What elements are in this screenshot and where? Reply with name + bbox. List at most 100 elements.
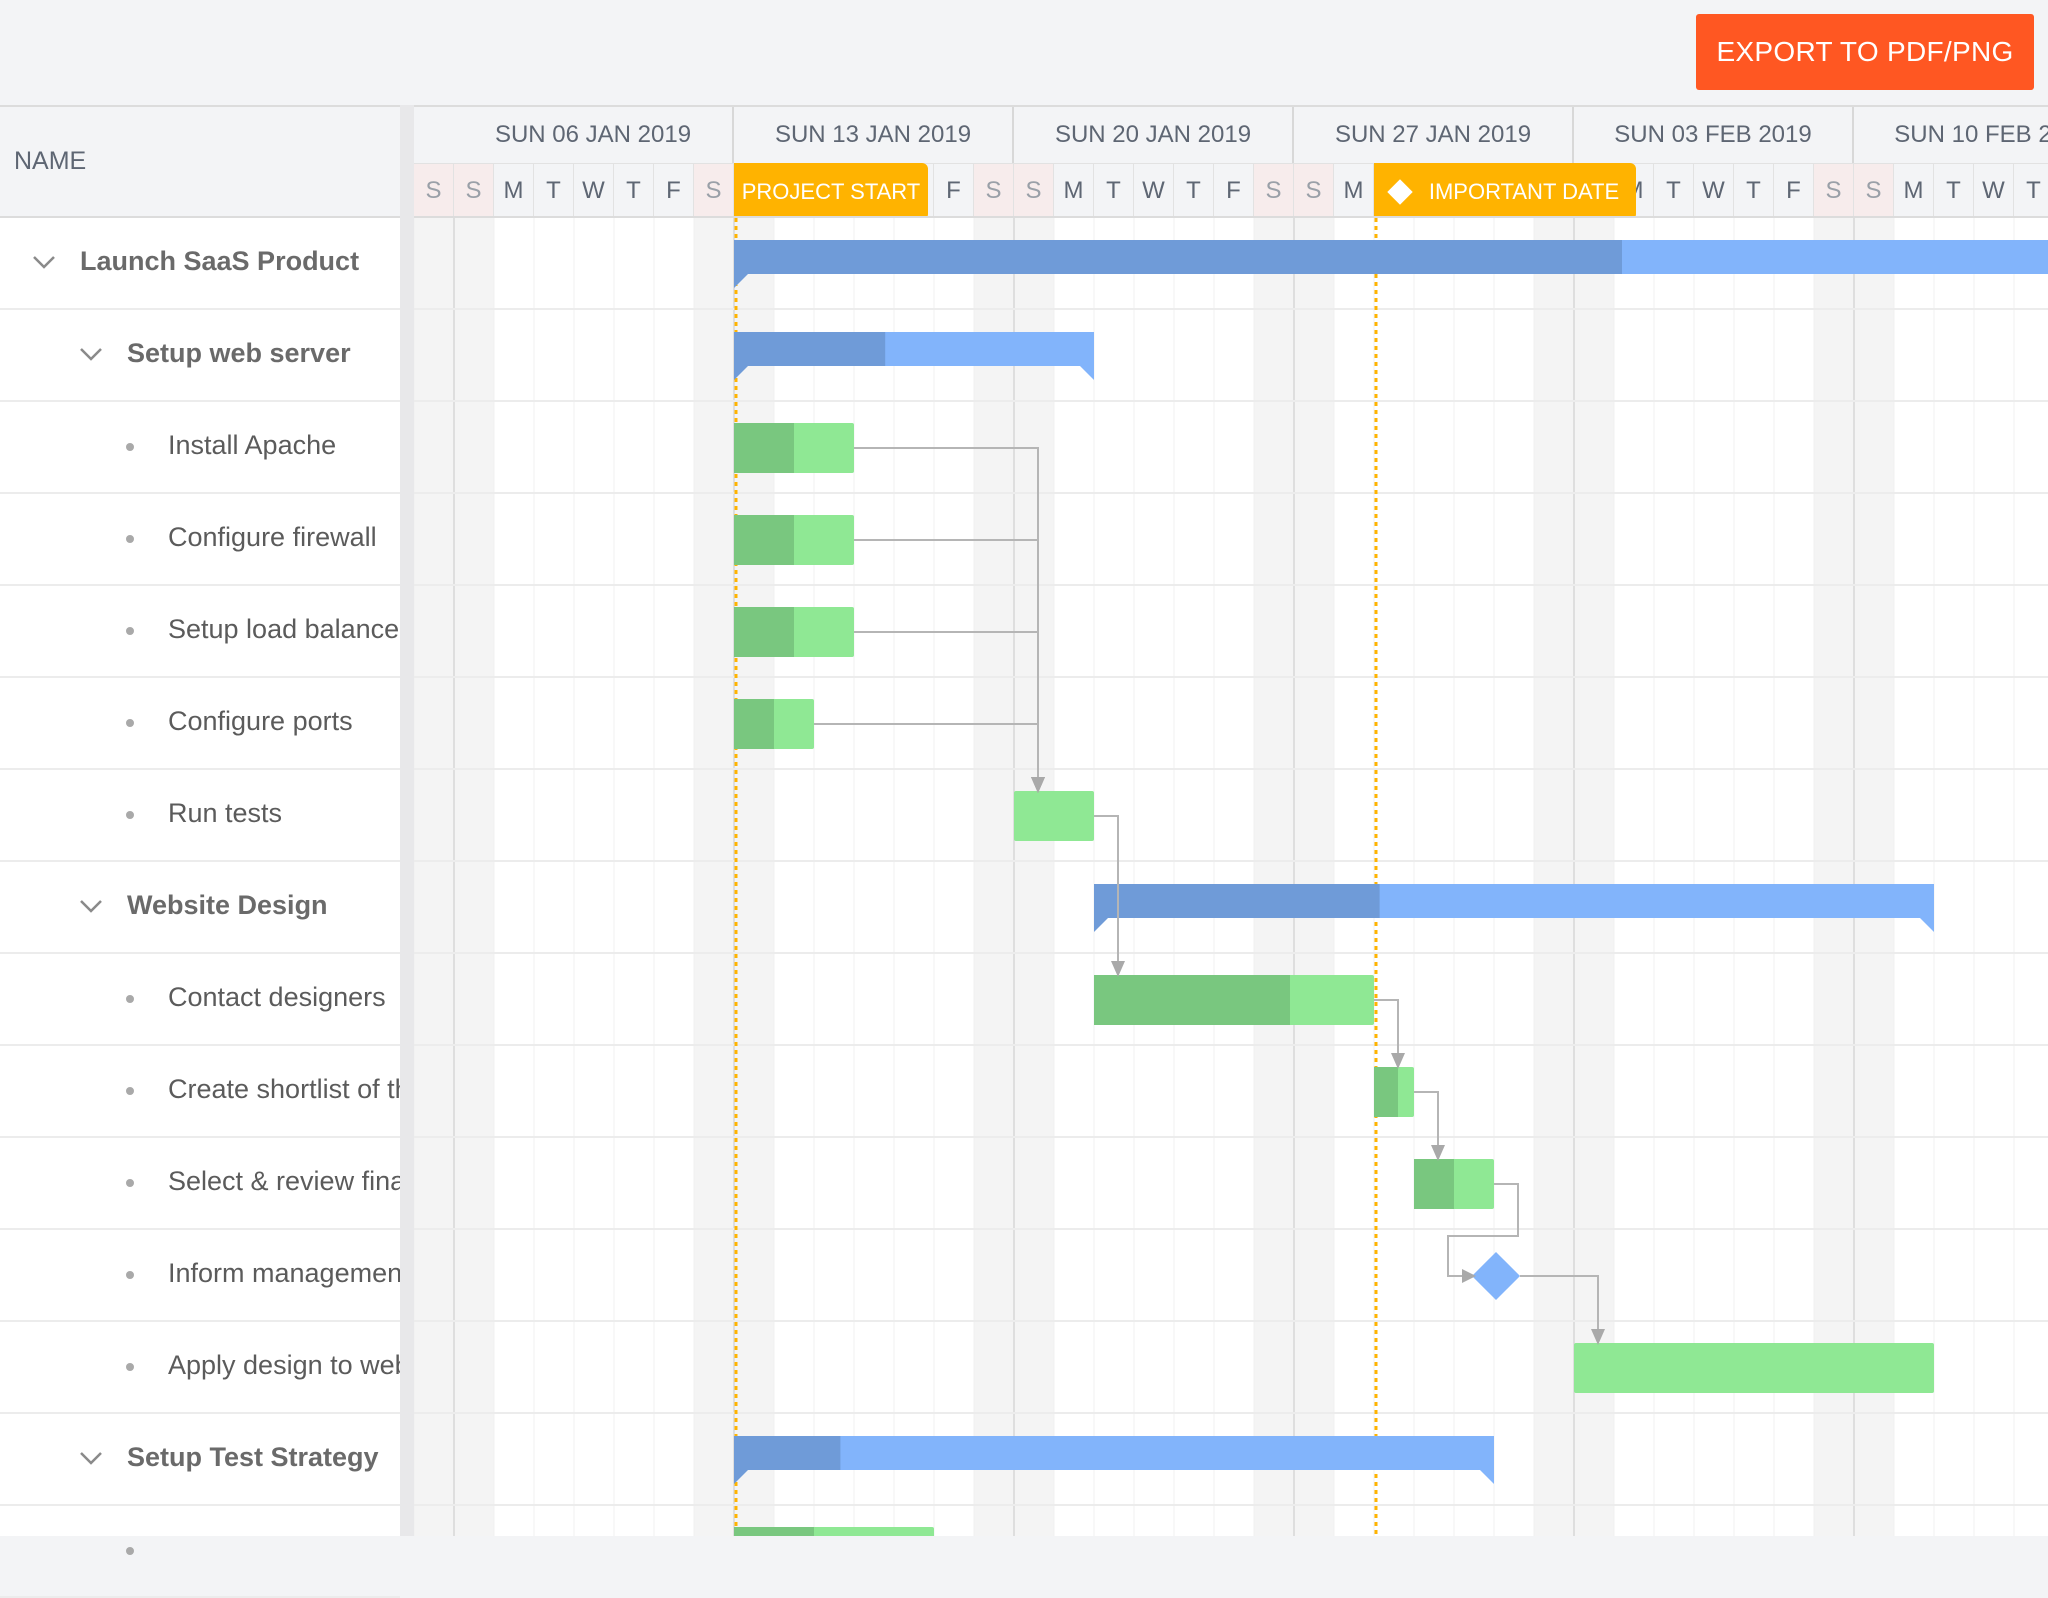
tree-row-task[interactable]: Apply design to web site bbox=[0, 1322, 400, 1414]
summary-bar-cap bbox=[1480, 1470, 1494, 1484]
milestone-diamond[interactable] bbox=[1471, 1251, 1521, 1301]
day-header: T bbox=[534, 163, 574, 216]
task-name: Website Design bbox=[127, 890, 328, 920]
day-header: F bbox=[934, 163, 974, 216]
day-header: S bbox=[414, 163, 454, 216]
summary-bar-cap bbox=[1080, 366, 1094, 380]
day-header: S bbox=[454, 163, 494, 216]
project-start-flag[interactable]: PROJECT START bbox=[734, 163, 928, 216]
task-name: Select & review final design bbox=[168, 1166, 400, 1196]
day-header: S bbox=[1814, 163, 1854, 216]
tree-row-task[interactable]: Configure ports bbox=[0, 678, 400, 770]
tree-row-task[interactable]: Inform management about decision bbox=[0, 1230, 400, 1322]
dependency-arrow bbox=[1111, 961, 1125, 977]
day-header: F bbox=[654, 163, 694, 216]
day-header: S bbox=[1294, 163, 1334, 216]
task-name: Install Apache bbox=[168, 430, 337, 460]
day-header: T bbox=[2014, 163, 2048, 216]
dependency-arrow bbox=[1462, 1269, 1476, 1283]
export-button[interactable]: EXPORT TO PDF/PNG bbox=[1696, 14, 2034, 90]
tree-row-task[interactable]: Configure firewall bbox=[0, 494, 400, 586]
task-bar[interactable] bbox=[1574, 1343, 1934, 1393]
bullet-icon bbox=[126, 1547, 134, 1555]
day-header: S bbox=[694, 163, 734, 216]
weekend-shade bbox=[1814, 218, 1854, 1536]
day-header: W bbox=[1134, 163, 1174, 216]
day-header: W bbox=[574, 163, 614, 216]
day-header: S bbox=[974, 163, 1014, 216]
dependency-line bbox=[1374, 999, 1399, 1057]
task-name: Setup load balancer bbox=[168, 614, 400, 644]
bullet-icon bbox=[126, 443, 134, 451]
task-progress bbox=[734, 1527, 814, 1536]
dependency-line bbox=[1414, 1091, 1439, 1149]
bullet-icon bbox=[126, 1271, 134, 1279]
day-header: M bbox=[494, 163, 534, 216]
day-header: M bbox=[1894, 163, 1934, 216]
day-header: M bbox=[1054, 163, 1094, 216]
day-header: S bbox=[1014, 163, 1054, 216]
task-name: Configure ports bbox=[168, 706, 353, 736]
task-name: Configure firewall bbox=[168, 522, 377, 552]
important-date-label: IMPORTANT DATE bbox=[1428, 178, 1620, 204]
tree-row-parent[interactable]: Launch SaaS Product bbox=[0, 218, 400, 310]
task-tree: Launch SaaS Product Setup web server Insta… bbox=[0, 218, 400, 1598]
tree-row-task[interactable]: Install Apache bbox=[0, 402, 400, 494]
tree-row-task[interactable] bbox=[0, 1506, 400, 1598]
task-progress bbox=[1094, 975, 1290, 1025]
chevron-down-icon[interactable] bbox=[77, 340, 105, 368]
dependency-arrow bbox=[1431, 1145, 1445, 1161]
task-name: Launch SaaS Product bbox=[80, 246, 360, 276]
weekend-shade bbox=[1574, 218, 1614, 1536]
summary-progress bbox=[734, 1436, 841, 1470]
task-name: Contact designers bbox=[168, 982, 386, 1012]
weekend-shade bbox=[1854, 218, 1894, 1536]
important-date-flag[interactable]: IMPORTANT DATE bbox=[1374, 163, 1636, 216]
weekend-shade bbox=[1254, 218, 1294, 1536]
task-name: Setup Test Strategy bbox=[127, 1442, 379, 1472]
tree-row-task[interactable]: Setup load balancer bbox=[0, 586, 400, 678]
name-column-header[interactable]: NAME bbox=[0, 105, 400, 218]
toolbar: EXPORT TO PDF/PNG bbox=[0, 0, 2048, 105]
day-header: W bbox=[1974, 163, 2014, 216]
bullet-icon bbox=[126, 1087, 134, 1095]
weekend-shade bbox=[414, 218, 454, 1536]
task-progress bbox=[1374, 1067, 1398, 1117]
dependency-arrow bbox=[1391, 1053, 1405, 1069]
chevron-down-icon[interactable] bbox=[77, 1444, 105, 1472]
bullet-icon bbox=[126, 1179, 134, 1187]
chevron-down-icon[interactable] bbox=[77, 892, 105, 920]
summary-bar-cap bbox=[1094, 918, 1108, 932]
tree-row-parent[interactable]: Website Design bbox=[0, 862, 400, 954]
task-progress bbox=[734, 423, 794, 473]
task-bar[interactable] bbox=[1014, 791, 1094, 841]
week-header: SUN 27 JAN 2019 bbox=[1294, 107, 1574, 163]
tree-row-parent[interactable]: Setup web server bbox=[0, 310, 400, 402]
task-progress bbox=[1414, 1159, 1454, 1209]
weekend-shade bbox=[734, 218, 774, 1536]
weekend-shade bbox=[1294, 218, 1334, 1536]
weekend-shade bbox=[1014, 218, 1054, 1536]
tree-row-task[interactable]: Select & review final design bbox=[0, 1138, 400, 1230]
gantt-chart bbox=[414, 218, 2048, 1536]
chevron-down-icon[interactable] bbox=[30, 248, 58, 276]
day-header: F bbox=[1214, 163, 1254, 216]
day-header: W bbox=[1694, 163, 1734, 216]
project-start-label: PROJECT START bbox=[741, 178, 921, 204]
summary-bar[interactable] bbox=[734, 1436, 1494, 1470]
panel-splitter[interactable] bbox=[400, 105, 414, 1536]
tree-row-parent[interactable]: Setup Test Strategy bbox=[0, 1414, 400, 1506]
diamond-icon bbox=[1387, 178, 1413, 205]
day-header: T bbox=[614, 163, 654, 216]
tree-row-task[interactable]: Create shortlist of three designers bbox=[0, 1046, 400, 1138]
week-header: SUN 13 JAN 2019 bbox=[734, 107, 1014, 163]
day-header: T bbox=[1174, 163, 1214, 216]
tree-row-task[interactable]: Contact designers bbox=[0, 954, 400, 1046]
task-progress bbox=[734, 699, 774, 749]
tree-row-task[interactable]: Run tests bbox=[0, 770, 400, 862]
weekend-shade bbox=[694, 218, 734, 1536]
task-name: Setup web server bbox=[127, 338, 351, 368]
day-header: T bbox=[1654, 163, 1694, 216]
summary-progress bbox=[1094, 884, 1380, 918]
bullet-icon bbox=[126, 995, 134, 1003]
